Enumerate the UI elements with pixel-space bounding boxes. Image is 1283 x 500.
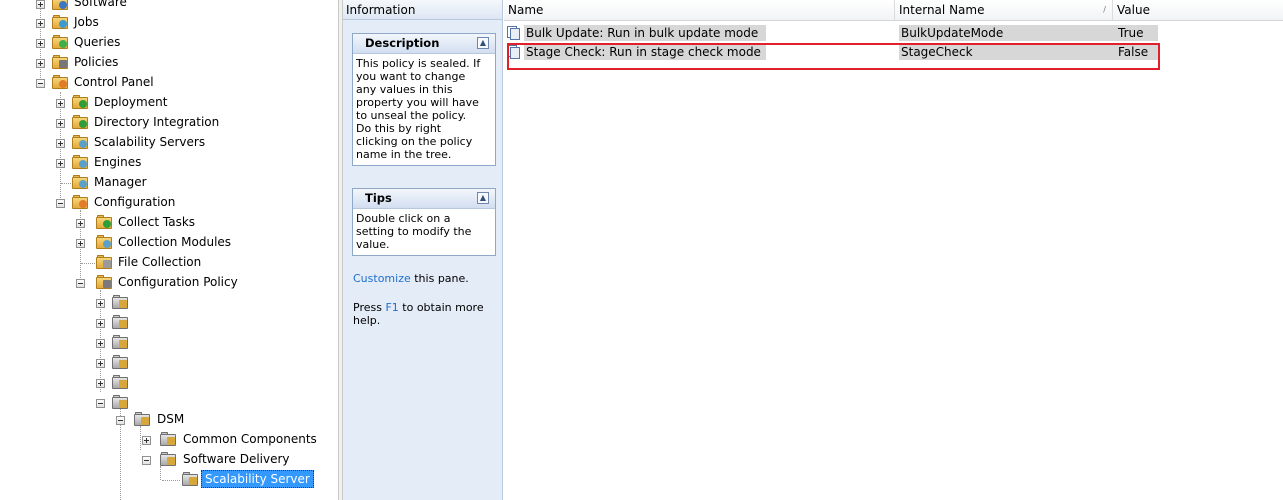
tree-item-dsm[interactable]: DSM xyxy=(0,410,320,430)
tree-item-policy-node[interactable] xyxy=(0,373,140,393)
tree-item-control-panel[interactable]: Control Panel xyxy=(0,73,320,93)
tree-item-policy-node[interactable] xyxy=(0,293,140,313)
information-header: Information xyxy=(343,0,502,20)
column-header-value[interactable]: Value xyxy=(1113,0,1283,20)
tips-title: Tips xyxy=(365,191,392,205)
expand-icon[interactable] xyxy=(96,319,105,328)
tree-item-manager[interactable]: Manager xyxy=(0,173,320,193)
folder-icon xyxy=(52,35,69,49)
tree-item-scalability-servers[interactable]: Scalability Servers xyxy=(0,133,320,153)
folder-icon xyxy=(96,215,113,229)
folder-icon xyxy=(72,195,89,209)
tree-item-jobs[interactable]: Jobs xyxy=(0,13,320,33)
tree-item-configuration-policy[interactable]: Configuration Policy xyxy=(0,273,320,293)
customize-line: Customize this pane. xyxy=(353,272,469,285)
sealed-policy-icon xyxy=(112,315,129,329)
tree-item-common-components[interactable]: Common Components xyxy=(0,430,338,450)
row-internal-name: BulkUpdateMode xyxy=(899,25,1117,41)
sealed-policy-icon xyxy=(112,355,129,369)
expand-icon[interactable] xyxy=(96,359,105,368)
folder-icon xyxy=(72,155,89,169)
expand-icon[interactable] xyxy=(76,239,85,248)
collapse-icon[interactable] xyxy=(56,199,65,208)
expand-icon[interactable] xyxy=(96,299,105,308)
tree-item-collect-tasks[interactable]: Collect Tasks xyxy=(0,213,320,233)
tree-item-deployment[interactable]: Deployment xyxy=(0,93,320,113)
tips-box: Tips ▲ Double click on a setting to modi… xyxy=(352,188,496,256)
folder-icon xyxy=(52,15,69,29)
expand-icon[interactable] xyxy=(36,19,45,28)
sealed-folder-icon xyxy=(160,452,177,466)
setting-icon xyxy=(507,26,521,40)
description-title: Description xyxy=(365,36,440,50)
sealed-policy-icon xyxy=(112,295,129,309)
expand-icon[interactable] xyxy=(96,339,105,348)
folder-icon xyxy=(96,235,113,249)
folder-icon xyxy=(52,55,69,69)
expand-icon[interactable] xyxy=(76,219,85,228)
sealed-policy-icon xyxy=(112,375,129,389)
tree-item-queries[interactable]: Queries xyxy=(0,33,320,53)
folder-icon xyxy=(72,95,89,109)
expand-icon[interactable] xyxy=(56,119,65,128)
collapse-icon[interactable] xyxy=(142,456,151,465)
folder-icon xyxy=(72,115,89,129)
folder-icon xyxy=(72,135,89,149)
folder-icon xyxy=(52,0,69,10)
sort-icon: / xyxy=(1103,5,1106,14)
folder-icon xyxy=(96,255,113,269)
help-hint: Press F1 to obtain more help. xyxy=(353,301,484,327)
tree-item-configuration[interactable]: Configuration xyxy=(0,193,320,213)
expand-icon[interactable] xyxy=(36,0,45,9)
expand-icon[interactable] xyxy=(36,59,45,68)
collapse-icon[interactable]: ▲ xyxy=(477,192,489,204)
row-name: Bulk Update: Run in bulk update mode xyxy=(524,25,766,41)
table-row[interactable]: Bulk Update: Run in bulk update mode Bul… xyxy=(504,25,1283,42)
column-header-internal-name[interactable]: Internal Name / xyxy=(895,0,1113,20)
information-pane: Information Description ▲ This policy is… xyxy=(343,0,503,500)
sealed-policy-icon xyxy=(112,395,129,409)
navigation-tree: Software Jobs Queries Policies Control P… xyxy=(0,0,338,500)
expand-icon[interactable] xyxy=(56,99,65,108)
collapse-icon[interactable]: ▲ xyxy=(477,37,489,49)
collapse-icon[interactable] xyxy=(96,399,105,408)
settings-list: Name Internal Name / Value Bulk Update: … xyxy=(504,0,1283,500)
row-value: True xyxy=(1116,25,1158,41)
tree-item-software[interactable]: Software xyxy=(0,0,320,13)
tree-item-engines[interactable]: Engines xyxy=(0,153,320,173)
expand-icon[interactable] xyxy=(56,159,65,168)
sealed-folder-icon xyxy=(134,412,151,426)
tree-item-file-collection[interactable]: File Collection xyxy=(0,253,320,273)
description-text: This policy is sealed. If you want to ch… xyxy=(356,57,481,161)
policy-folder-icon xyxy=(96,275,113,289)
highlight-annotation xyxy=(507,43,1160,70)
tree-item-directory-integration[interactable]: Directory Integration xyxy=(0,113,320,133)
list-header: Name Internal Name / Value xyxy=(504,0,1283,21)
collapse-icon[interactable] xyxy=(76,279,85,288)
sealed-folder-icon xyxy=(160,432,177,446)
expand-icon[interactable] xyxy=(96,379,105,388)
expand-icon[interactable] xyxy=(36,39,45,48)
folder-icon xyxy=(52,75,69,89)
tree-item-policy-node[interactable] xyxy=(0,353,140,373)
tree-item-policy-node[interactable] xyxy=(0,313,140,333)
collapse-icon[interactable] xyxy=(116,416,125,425)
tree-item-collection-modules[interactable]: Collection Modules xyxy=(0,233,320,253)
sealed-policy-icon xyxy=(112,335,129,349)
tree-item-scalability-server[interactable]: Scalability Server xyxy=(0,470,320,490)
column-header-name[interactable]: Name xyxy=(504,0,895,20)
description-box: Description ▲ This policy is sealed. If … xyxy=(352,33,496,166)
customize-link[interactable]: Customize xyxy=(353,272,411,285)
sealed-folder-icon xyxy=(182,472,199,486)
folder-icon xyxy=(72,175,89,189)
f1-help-link[interactable]: F1 xyxy=(385,301,398,314)
tips-text: Double click on a setting to modify the … xyxy=(356,212,472,251)
expand-icon[interactable] xyxy=(56,139,65,148)
tree-item-policies[interactable]: Policies xyxy=(0,53,320,73)
expand-icon[interactable] xyxy=(142,436,151,445)
tree-item-policy-node[interactable] xyxy=(0,333,140,353)
tree-item-software-delivery[interactable]: Software Delivery xyxy=(0,450,320,470)
collapse-icon[interactable] xyxy=(36,79,45,88)
